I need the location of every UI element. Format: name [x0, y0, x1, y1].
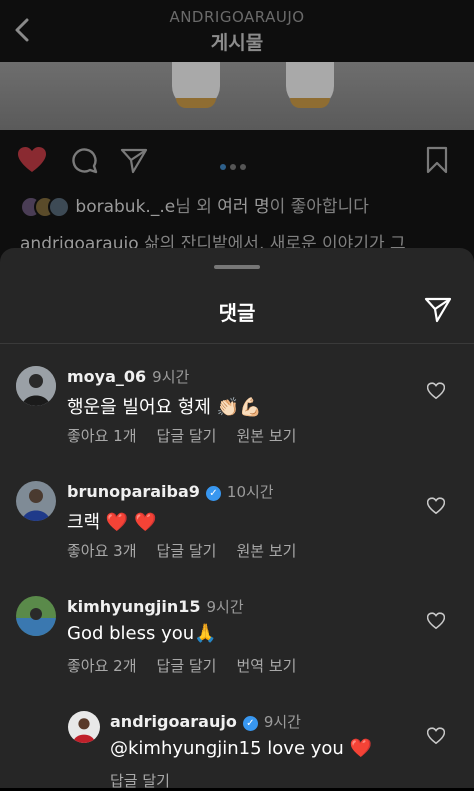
comment-time: 9시간 — [263, 713, 301, 731]
verified-badge-icon: ✓ — [242, 716, 258, 731]
reply-button[interactable]: 답글 달기 — [157, 657, 217, 675]
comment-text: 크랙 ❤️ ❤️ — [67, 512, 157, 533]
sheet-divider — [0, 343, 474, 344]
sheet-grabber[interactable] — [214, 265, 260, 269]
comment-username[interactable]: moya_06 9시간 — [67, 366, 189, 387]
verified-badge-icon: ✓ — [205, 486, 221, 501]
username-text[interactable]: brunoparaiba9 — [67, 482, 200, 501]
avatar[interactable] — [68, 711, 100, 743]
reply-button[interactable]: 답글 달기 — [157, 542, 217, 560]
boot-image-right — [286, 62, 334, 108]
share-icon[interactable] — [424, 295, 452, 323]
share-icon[interactable] — [120, 146, 148, 174]
comment-time: 9시간 — [152, 368, 190, 386]
username-text[interactable]: andrigoaraujo — [110, 712, 237, 731]
bookmark-icon[interactable] — [426, 146, 448, 174]
header-username: ANDRIGOARAUJO — [169, 8, 305, 26]
comment-meta: 좋아요 1개 답글 달기 원본 보기 — [67, 425, 316, 446]
comment-text: @kimhyungjin15 love you ❤️ — [110, 738, 372, 759]
see-original-button[interactable]: 원본 보기 — [236, 427, 296, 445]
comment-likes[interactable]: 좋아요 1개 — [67, 427, 137, 445]
likes-user[interactable]: borabuk._.e — [75, 197, 175, 217]
comment-meta: 좋아요 3개 답글 달기 원본 보기 — [67, 540, 316, 561]
comment-likes[interactable]: 좋아요 2개 — [67, 657, 137, 675]
sheet-title: 댓글 — [218, 301, 256, 325]
heart-icon[interactable] — [426, 612, 446, 630]
header: ANDRIGOARAUJO 게시물 — [0, 0, 474, 62]
avatar[interactable] — [16, 481, 56, 521]
username-text[interactable]: kimhyungjin15 — [67, 597, 200, 616]
heart-icon[interactable] — [426, 382, 446, 400]
boot-image-left — [172, 62, 220, 108]
comment-meta: 좋아요 2개 답글 달기 번역 보기 — [67, 655, 316, 676]
likes-suffix: 이 좋아합니다 — [269, 197, 369, 217]
reply-button[interactable]: 답글 달기 — [110, 772, 170, 790]
comment-username[interactable]: andrigoaraujo ✓ 9시간 — [110, 711, 301, 732]
see-original-button[interactable]: 원본 보기 — [236, 542, 296, 560]
comment-time: 10시간 — [226, 483, 274, 501]
comment-text: 행운을 빌어요 형제 👏🏻💪🏻 — [67, 397, 262, 418]
likes-others[interactable]: 여러 명 — [217, 197, 269, 217]
comment-username[interactable]: kimhyungjin15 9시간 — [67, 596, 244, 617]
heart-icon[interactable] — [426, 497, 446, 515]
liked-heart-icon[interactable] — [17, 146, 47, 174]
comment-likes[interactable]: 좋아요 3개 — [67, 542, 137, 560]
post-image[interactable] — [0, 62, 474, 130]
comment-text: God bless you🙏 — [67, 623, 217, 644]
avatar[interactable] — [16, 596, 56, 636]
likes-summary[interactable]: borabuk._.e님 외 여러 명이 좋아합니다 — [20, 192, 369, 218]
liker-avatars — [20, 196, 70, 218]
carousel-indicator — [220, 155, 250, 174]
comment-time: 9시간 — [206, 598, 244, 616]
comment-icon[interactable] — [70, 146, 98, 174]
see-translation-button[interactable]: 번역 보기 — [236, 657, 296, 675]
reply-button[interactable]: 답글 달기 — [157, 427, 217, 445]
comments-sheet: 댓글 moya_06 9시간 행운을 빌어요 형제 👏🏻💪🏻 좋아요 1개 답글 달… — [0, 248, 474, 790]
heart-icon[interactable] — [426, 727, 446, 745]
comment-username[interactable]: brunoparaiba9 ✓ 10시간 — [67, 481, 274, 502]
likes-text: 님 외 — [175, 197, 218, 217]
page-title: 게시물 — [210, 32, 264, 54]
username-text[interactable]: moya_06 — [67, 367, 146, 386]
avatar[interactable] — [16, 366, 56, 406]
